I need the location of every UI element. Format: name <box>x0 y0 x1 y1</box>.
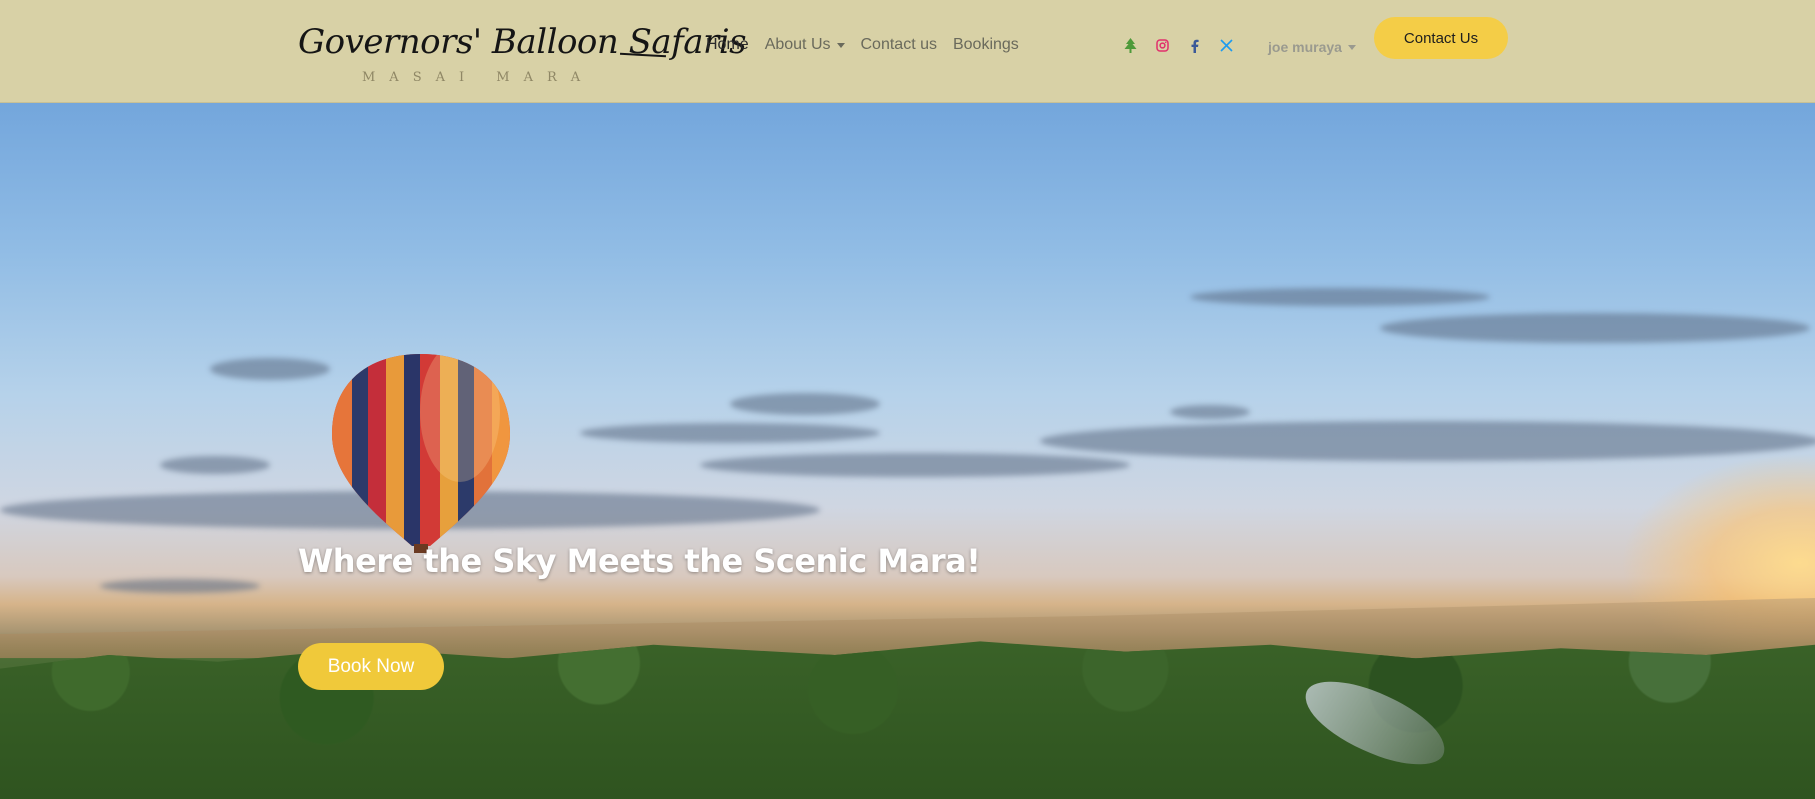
brand-name: Governors' Balloon Safaris <box>298 22 747 62</box>
chevron-down-icon <box>836 42 845 48</box>
nav-item-about[interactable]: About Us <box>765 36 845 54</box>
cloud <box>580 423 880 443</box>
cloud <box>700 453 1130 477</box>
nav-item-home[interactable]: Home <box>706 36 749 54</box>
cloud <box>730 393 880 415</box>
hero-tagline: Where the Sky Meets the Scenic Mara! <box>298 542 981 580</box>
chevron-down-icon <box>1347 44 1356 50</box>
cloud <box>1170 405 1250 419</box>
contact-us-button[interactable]: Contact Us <box>1374 17 1508 59</box>
user-name: joe muraya <box>1268 39 1342 55</box>
main-nav: Home About Us Contact us Bookings <box>706 36 1019 54</box>
instagram-icon[interactable] <box>1154 37 1171 54</box>
nav-item-label: About Us <box>764 36 831 53</box>
nav-item-bookings[interactable]: Bookings <box>953 36 1019 54</box>
social-links <box>1122 37 1235 54</box>
forest-canopy <box>0 641 1815 799</box>
cloud <box>1190 288 1490 306</box>
user-menu[interactable]: joe muraya <box>1268 39 1356 55</box>
nav-item-contact[interactable]: Contact us <box>861 36 937 54</box>
cloud <box>1040 421 1815 461</box>
x-icon[interactable] <box>1218 37 1235 54</box>
cloud <box>100 579 260 593</box>
facebook-icon[interactable] <box>1186 37 1203 54</box>
hot-air-balloon-icon <box>332 354 510 553</box>
nav-item-label: Bookings <box>952 36 1019 53</box>
brand-location: MASAI MARA <box>362 70 595 85</box>
cloud <box>210 358 330 380</box>
nav-item-label: Contact us <box>860 36 937 53</box>
navbar: Governors' Balloon Safaris MASAI MARA Ho… <box>0 0 1815 103</box>
book-now-button[interactable]: Book Now <box>298 643 444 690</box>
cloud <box>160 456 270 474</box>
nav-item-label: Home <box>706 36 749 53</box>
cloud <box>1380 313 1810 343</box>
hero-banner: Where the Sky Meets the Scenic Mara! Boo… <box>0 103 1815 799</box>
brand-logo[interactable]: Governors' Balloon Safaris MASAI MARA <box>298 20 747 90</box>
tree-icon[interactable] <box>1122 37 1139 54</box>
